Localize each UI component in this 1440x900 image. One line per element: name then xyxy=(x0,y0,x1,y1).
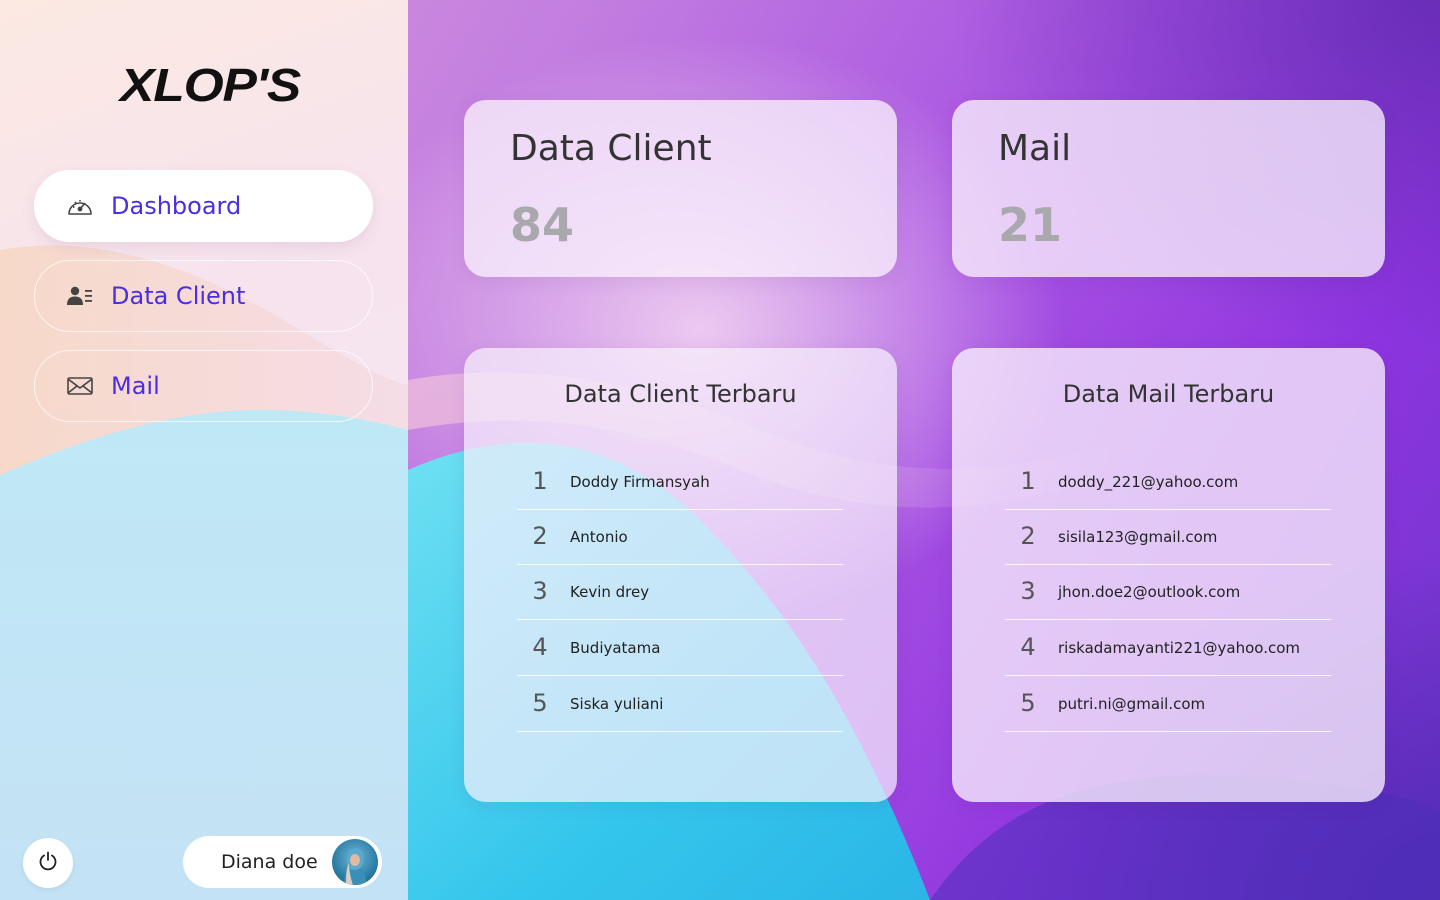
list-item[interactable]: 2 Antonio xyxy=(517,509,843,565)
list-item[interactable]: 3 Kevin drey xyxy=(517,564,843,620)
mail-address: putri.ni@gmail.com xyxy=(1058,695,1206,713)
avatar xyxy=(332,839,378,885)
list-item[interactable]: 1 Doddy Firmansyah xyxy=(517,454,843,510)
list-item[interactable]: 5 Siska yuliani xyxy=(517,676,843,732)
list-item[interactable]: 3 jhon.doe2@outlook.com xyxy=(1005,564,1331,620)
client-name: Kevin drey xyxy=(570,583,650,601)
stat-value: 21 xyxy=(998,198,1063,252)
client-name: Antonio xyxy=(570,528,628,546)
row-number: 5 xyxy=(532,689,548,717)
card-heading: Data Mail Terbaru xyxy=(1062,380,1275,408)
sidebar-wave-decoration xyxy=(0,245,408,900)
row-number: 2 xyxy=(1020,522,1036,550)
row-number: 4 xyxy=(532,633,548,661)
dashboard-gauge-icon xyxy=(65,193,95,219)
mail-envelope-icon xyxy=(65,373,95,399)
brand-logo: XLOP'S xyxy=(120,59,301,111)
row-number: 2 xyxy=(532,522,548,550)
mail-address: jhon.doe2@outlook.com xyxy=(1058,583,1241,601)
list-item[interactable]: 2 sisila123@gmail.com xyxy=(1005,509,1331,565)
client-name: Doddy Firmansyah xyxy=(570,473,710,491)
card-heading: Data Client Terbaru xyxy=(564,380,797,408)
row-number: 3 xyxy=(532,577,548,605)
row-number: 5 xyxy=(1020,689,1036,717)
logout-button[interactable] xyxy=(23,838,73,888)
client-name: Siska yuliani xyxy=(570,695,664,713)
stat-card-data-client[interactable]: Data Client 84 xyxy=(464,100,897,277)
row-number: 1 xyxy=(532,467,548,495)
list-item[interactable]: 4 riskadamayanti221@yahoo.com xyxy=(1005,620,1331,676)
mail-address: doddy_221@yahoo.com xyxy=(1058,473,1239,491)
sidebar: XLOP'S Dashboard Data Client Mail Diana … xyxy=(0,0,408,900)
power-icon xyxy=(37,850,59,876)
sidebar-item-dashboard[interactable]: Dashboard xyxy=(34,170,373,242)
sidebar-item-mail[interactable]: Mail xyxy=(34,350,373,422)
list-item[interactable]: 5 putri.ni@gmail.com xyxy=(1005,676,1331,732)
sidebar-item-label: Mail xyxy=(111,372,160,400)
user-name: Diana doe xyxy=(221,851,318,873)
stat-title: Mail xyxy=(998,128,1072,169)
stat-title: Data Client xyxy=(510,128,712,169)
row-number: 3 xyxy=(1020,577,1036,605)
client-list-icon xyxy=(65,283,95,309)
row-number: 1 xyxy=(1020,467,1036,495)
sidebar-item-label: Data Client xyxy=(111,282,246,310)
sidebar-item-label: Dashboard xyxy=(111,192,242,220)
row-number: 4 xyxy=(1020,633,1036,661)
sidebar-item-data-client[interactable]: Data Client xyxy=(34,260,373,332)
user-profile-pill[interactable]: Diana doe xyxy=(183,836,382,888)
list-item[interactable]: 4 Budiyatama xyxy=(517,620,843,676)
mail-address: sisila123@gmail.com xyxy=(1058,528,1218,546)
mail-address: riskadamayanti221@yahoo.com xyxy=(1058,639,1301,657)
stat-value: 84 xyxy=(510,198,575,252)
list-item[interactable]: 1 doddy_221@yahoo.com xyxy=(1005,454,1331,510)
client-name: Budiyatama xyxy=(570,639,661,657)
stat-card-mail[interactable]: Mail 21 xyxy=(952,100,1385,277)
